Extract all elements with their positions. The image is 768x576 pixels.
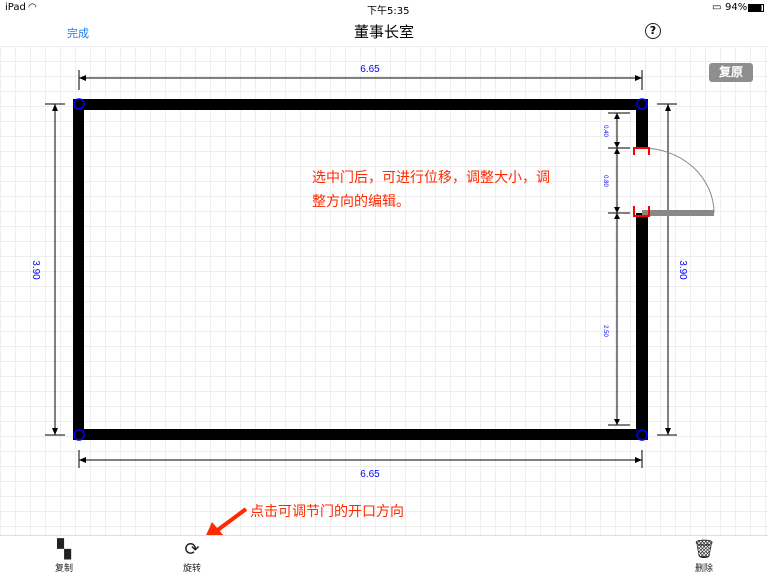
annotation-line: 整方向的编辑。	[312, 194, 410, 210]
dim-seg3-label: 2.50	[602, 325, 608, 337]
rotate-button[interactable]: ⟳ 旋转	[172, 539, 212, 574]
dim-seg1-label: 0.40	[602, 125, 608, 137]
wall-right-lower	[636, 213, 648, 440]
walls	[73, 99, 648, 440]
floorplan-drawing: 6.65 6.65 3.90 3.90 0.40 0.80 2.50	[30, 64, 715, 542]
wall-bottom	[73, 429, 648, 440]
dim-right-label: 3.90	[677, 260, 688, 280]
dim-seg2-label: 0.80	[602, 175, 608, 187]
rotate-icon: ⟳	[184, 539, 200, 560]
copy-icon: ▚	[57, 539, 71, 560]
delete-label: 删除	[694, 564, 713, 574]
dimension-lines	[45, 70, 677, 468]
wall-left	[73, 99, 84, 440]
door[interactable]	[633, 147, 715, 217]
corner-points	[73, 98, 648, 441]
trash-icon: 🗑	[692, 539, 716, 560]
dimension-arrows	[52, 75, 671, 463]
wall-top	[73, 99, 648, 110]
door-edit-annotation: 选中门后，可进行位移，调整大小，调 整方向的编辑。	[312, 166, 550, 214]
rotate-label: 旋转	[182, 564, 201, 574]
door-handle-top	[633, 147, 650, 155]
dim-top-label: 6.65	[360, 64, 380, 75]
copy-label: 复制	[54, 564, 73, 574]
rotate-hint-annotation: 点击可调节门的开口方向	[250, 504, 404, 520]
dim-bottom-label: 6.65	[360, 469, 380, 480]
annotation-line: 选中门后，可进行位移，调整大小，调	[312, 170, 550, 186]
bottom-toolbar: ▚ 复制 ⟳ 旋转 🗑 删除	[0, 535, 768, 576]
door-swing-arc	[641, 147, 715, 214]
dim-left-label: 3.90	[30, 260, 41, 280]
delete-button[interactable]: 🗑 删除	[684, 539, 724, 574]
door-leaf	[642, 210, 714, 216]
copy-button[interactable]: ▚ 复制	[44, 539, 84, 574]
